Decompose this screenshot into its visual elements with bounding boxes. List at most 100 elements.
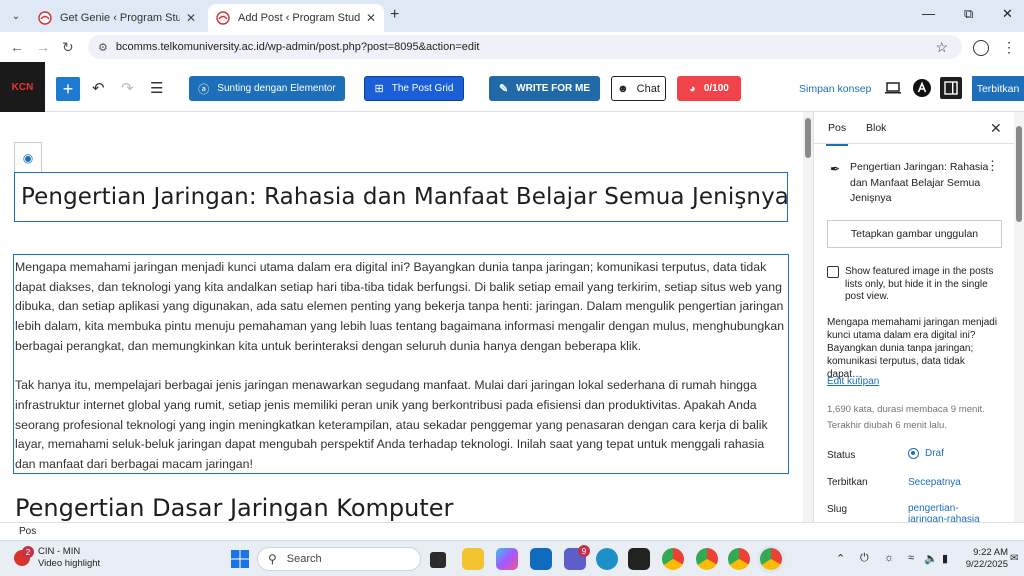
block-breadcrumb: Pos	[0, 522, 1024, 540]
close-sidebar-icon[interactable]: ✕	[990, 120, 1002, 137]
post-title-input[interactable]: Pengertian Jaringan: Rahasia dan Manfaat…	[14, 172, 788, 222]
scroll-thumb[interactable]	[1016, 126, 1022, 222]
window-close-icon[interactable]: ✕	[1002, 6, 1013, 22]
heading-block[interactable]: Pengertian Dasar Jaringan Komputer	[15, 494, 453, 522]
publish-date-toggle[interactable]: Secepatnya	[908, 477, 961, 488]
post-summary-title: Pengertian Jaringan: Rahasia dan Manfaat…	[850, 161, 989, 204]
add-block-button[interactable]: +	[56, 77, 80, 101]
plugin-a-icon[interactable]	[911, 77, 933, 99]
save-draft-button[interactable]: Simpan konsep	[799, 83, 871, 95]
chrome-profile-icon[interactable]	[728, 548, 750, 570]
featured-image-checkbox-label: Show featured image in the posts lists o…	[845, 266, 994, 302]
browser-tab-get-genie[interactable]: Get Genie ‹ Program Studi Ilmu ✕	[30, 4, 204, 32]
edit-excerpt-link[interactable]: Edit kutipan	[827, 376, 879, 387]
minimize-icon[interactable]: —	[922, 6, 935, 21]
editor-scrollbar[interactable]	[803, 112, 813, 522]
clock-time: 9:22 AM	[973, 547, 1008, 558]
volume-icon[interactable]: 🔈	[924, 552, 938, 565]
file-explorer-icon[interactable]	[462, 548, 484, 570]
last-edited: Terakhir diubah 6 menit lalu.	[827, 420, 947, 431]
draft-status-icon	[908, 448, 919, 459]
chrome-active-icon[interactable]	[760, 548, 782, 570]
back-icon[interactable]: ←	[10, 39, 24, 55]
meet-icon[interactable]: ☼	[884, 552, 894, 564]
post-actions-icon[interactable]: ⋮	[986, 158, 999, 174]
new-tab-icon[interactable]: +	[390, 6, 399, 24]
browser-tab-add-post[interactable]: Add Post ‹ Program Studi Ilmu K ✕	[208, 4, 384, 32]
scroll-thumb[interactable]	[805, 118, 811, 158]
slug-toggle[interactable]: pengertian-jaringan-rahasia	[908, 503, 988, 522]
editor-canvas: ◉ Pengertian Jaringan: Rahasia dan Manfa…	[0, 112, 806, 522]
bookmark-star-icon[interactable]: ☆	[935, 39, 948, 56]
paragraph-block[interactable]: Mengapa memahami jaringan menjadi kunci …	[13, 254, 789, 474]
write-for-me-button[interactable]: ✎ WRITE FOR ME	[489, 76, 600, 101]
windows-taskbar: 2 CIN - MIN Video highlight ⚲ Search 9 ⌃…	[0, 540, 1024, 576]
document-overview-icon[interactable]: ☰	[150, 79, 163, 97]
preview-icon[interactable]	[882, 77, 904, 99]
restore-icon[interactable]: ⧉	[964, 6, 973, 22]
widget-subtitle: Video highlight	[38, 558, 101, 569]
seo-score-button[interactable]: ◕ 0/100	[677, 76, 741, 101]
publish-button[interactable]: Terbitkan	[972, 76, 1024, 101]
sticky-notes-icon[interactable]	[628, 548, 650, 570]
elementor-label: Sunting dengan Elementor	[217, 83, 336, 94]
undo-icon[interactable]: ↶	[92, 79, 105, 97]
taskbar-clock[interactable]: 9:22 AM 9/22/2025	[964, 547, 1008, 571]
close-tab-icon[interactable]: ✕	[186, 11, 196, 25]
tab-post[interactable]: Pos	[825, 122, 849, 146]
post-grid-label: The Post Grid	[391, 83, 454, 94]
editor-header: KCN + ↶ ↷ ☰ ⓐ Sunting dengan Elementor ⊞…	[0, 62, 1024, 112]
sidebar-scrollbar[interactable]	[1014, 112, 1024, 522]
show-hidden-icons-icon[interactable]: ⌃	[836, 552, 845, 565]
paragraph-text[interactable]: Mengapa memahami jaringan menjadi kunci …	[15, 258, 787, 357]
browser-toolbar: ← → ↻ ⚙ bcomms.telkomuniversity.ac.id/wp…	[0, 32, 1024, 62]
search-icon: ⚲	[268, 552, 277, 566]
chat-button[interactable]: ☻ Chat	[611, 76, 666, 101]
tab-title: Get Genie ‹ Program Studi Ilmu	[60, 12, 180, 24]
widgets-badge: 2	[22, 546, 34, 558]
elementor-icon: ⓐ	[198, 83, 210, 96]
outlook-icon[interactable]	[530, 548, 552, 570]
close-tab-icon[interactable]: ✕	[366, 11, 376, 25]
edge-icon[interactable]	[596, 548, 618, 570]
site-logo[interactable]: KCN	[0, 62, 45, 112]
browser-menu-icon[interactable]: ⋮	[1002, 39, 1016, 56]
reload-icon[interactable]: ↻	[62, 39, 74, 56]
widget-title: CIN - MIN	[38, 546, 81, 557]
pen-icon: ✎	[498, 83, 509, 95]
redo-icon[interactable]: ↷	[121, 79, 134, 97]
profile-icon[interactable]	[973, 40, 989, 56]
featured-image-checkbox[interactable]	[827, 266, 839, 278]
visibility-eye-icon[interactable]: ◉	[14, 142, 42, 172]
sidebar-tabs: Pos Blok ✕	[814, 112, 1024, 146]
forward-icon[interactable]: →	[36, 39, 50, 55]
windows-start-icon[interactable]	[231, 550, 249, 573]
post-grid-icon: ⊞	[374, 83, 384, 95]
battery-icon[interactable]: ▮	[942, 552, 948, 565]
tab-block[interactable]: Blok	[866, 122, 886, 134]
settings-sidebar-toggle-icon[interactable]	[940, 77, 962, 99]
wifi-icon[interactable]: ≈	[908, 552, 914, 564]
copilot-icon[interactable]	[496, 548, 518, 570]
address-bar[interactable]: ⚙ bcomms.telkomuniversity.ac.id/wp-admin…	[88, 35, 962, 59]
paragraph-text[interactable]: Tak hanya itu, mempelajari berbagai jeni…	[15, 376, 787, 475]
set-featured-image-button[interactable]: Tetapkan gambar unggulan	[827, 220, 1002, 248]
breadcrumb-post[interactable]: Pos	[19, 526, 36, 537]
teams-badge: 9	[578, 545, 590, 557]
settings-sidebar: Pos Blok ✕ ✒ Pengertian Jaringan: Rahasi…	[813, 112, 1024, 522]
teams-icon[interactable]: 9	[564, 545, 590, 570]
usb-icon[interactable]: ⏻	[860, 552, 869, 565]
status-toggle[interactable]: Draf	[908, 448, 944, 459]
site-info-icon[interactable]: ⚙	[98, 41, 108, 54]
tab-search-chevron-icon[interactable]: ⌄	[6, 6, 26, 26]
edit-with-elementor-button[interactable]: ⓐ Sunting dengan Elementor	[189, 76, 345, 101]
task-view-icon[interactable]	[430, 552, 446, 568]
chrome-icon[interactable]	[662, 548, 684, 570]
status-label: Status	[827, 450, 856, 461]
notification-icon[interactable]: ✉	[1010, 553, 1018, 564]
post-grid-button[interactable]: ⊞ The Post Grid	[364, 76, 464, 101]
chrome-profile-icon[interactable]	[696, 548, 718, 570]
post-meta: 1,690 kata, durasi membaca 9 menit. Tera…	[827, 402, 1007, 434]
widgets-button[interactable]: 2 CIN - MIN Video highlight	[14, 546, 100, 570]
taskbar-search[interactable]: ⚲ Search	[257, 547, 421, 571]
